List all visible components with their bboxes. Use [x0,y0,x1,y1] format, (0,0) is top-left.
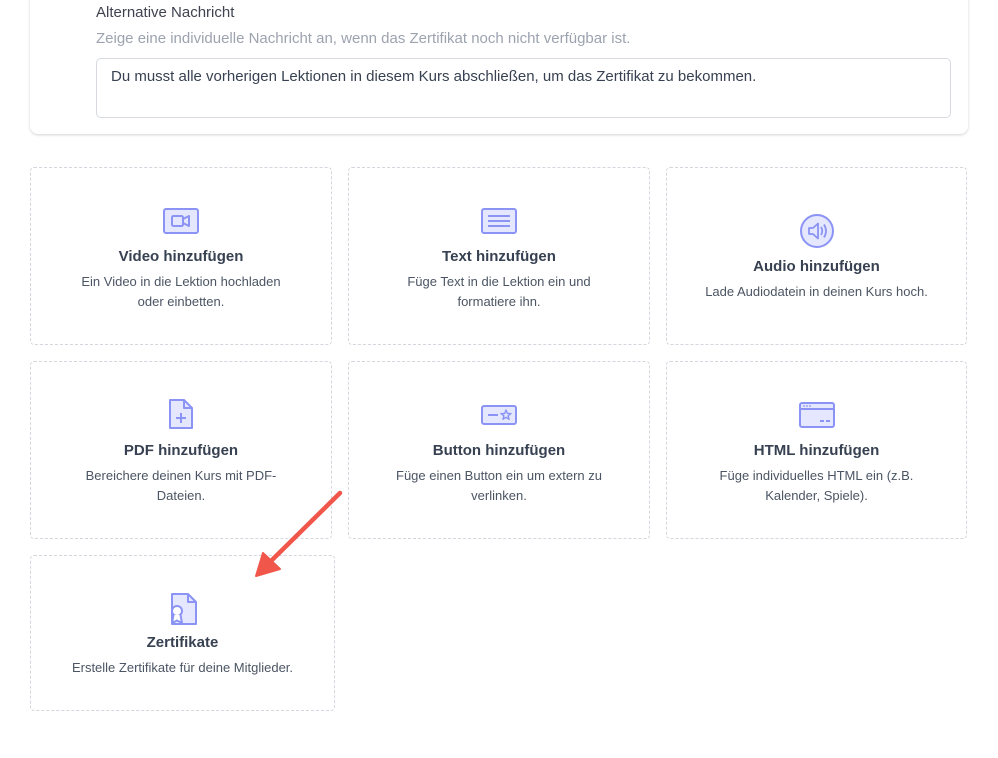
add-video-tile[interactable]: Video hinzufügen Ein Video in die Lektio… [30,167,332,345]
add-video-description: Ein Video in die Lektion hochladen oder e… [81,274,281,309]
alternative-message-title: Alternative Nachricht [96,4,235,21]
html-window-icon [798,402,835,428]
add-html-title: HTML hinzufügen [753,442,880,459]
certificates-title: Zertifikate [146,634,219,651]
certificates-tile[interactable]: Zertifikate Erstelle Zertifikate für dei… [30,555,335,711]
alternative-message-input[interactable]: Du musst alle vorherigen Lektionen in di… [96,58,951,118]
add-html-tile[interactable]: HTML hinzufügen Füge individuelles HTML … [666,361,967,539]
add-text-title: Text hinzufügen [442,248,556,265]
add-video-title: Video hinzufügen [118,248,244,265]
add-pdf-title: PDF hinzufügen [123,442,239,459]
audio-icon [799,214,834,248]
add-audio-title: Audio hinzufügen [753,258,880,275]
add-button-description: Füge einen Button ein um extern zu verlin… [396,468,602,503]
add-button-title: Button hinzufügen [432,442,566,459]
add-pdf-tile[interactable]: PDF hinzufügen Bereichere deinen Kurs mi… [30,361,332,539]
add-text-description: Füge Text in die Lektion ein und formatie… [407,274,591,309]
certificate-icon [168,592,198,626]
video-icon [163,208,199,234]
certificates-description: Erstelle Zertifikate für deine Mitgliede… [71,660,294,675]
pdf-add-icon [168,398,194,430]
add-html-description: Füge individuelles HTML ein (z.B. Kalende… [719,468,914,503]
add-button-tile[interactable]: Button hinzufügen Füge einen Button ein … [348,361,650,539]
alternative-message-description: Zeige eine individuelle Nachricht an, we… [96,30,631,47]
add-pdf-description: Bereichere deinen Kurs mit PDF- Dateien. [85,468,277,503]
add-audio-description: Lade Audiodatein in deinen Kurs hoch. [705,284,928,299]
text-icon [481,208,517,234]
add-text-tile[interactable]: Text hinzufügen Füge Text in die Lektion… [348,167,650,345]
button-icon [481,405,517,425]
add-audio-tile[interactable]: Audio hinzufügen Lade Audiodatein in dei… [666,167,967,345]
